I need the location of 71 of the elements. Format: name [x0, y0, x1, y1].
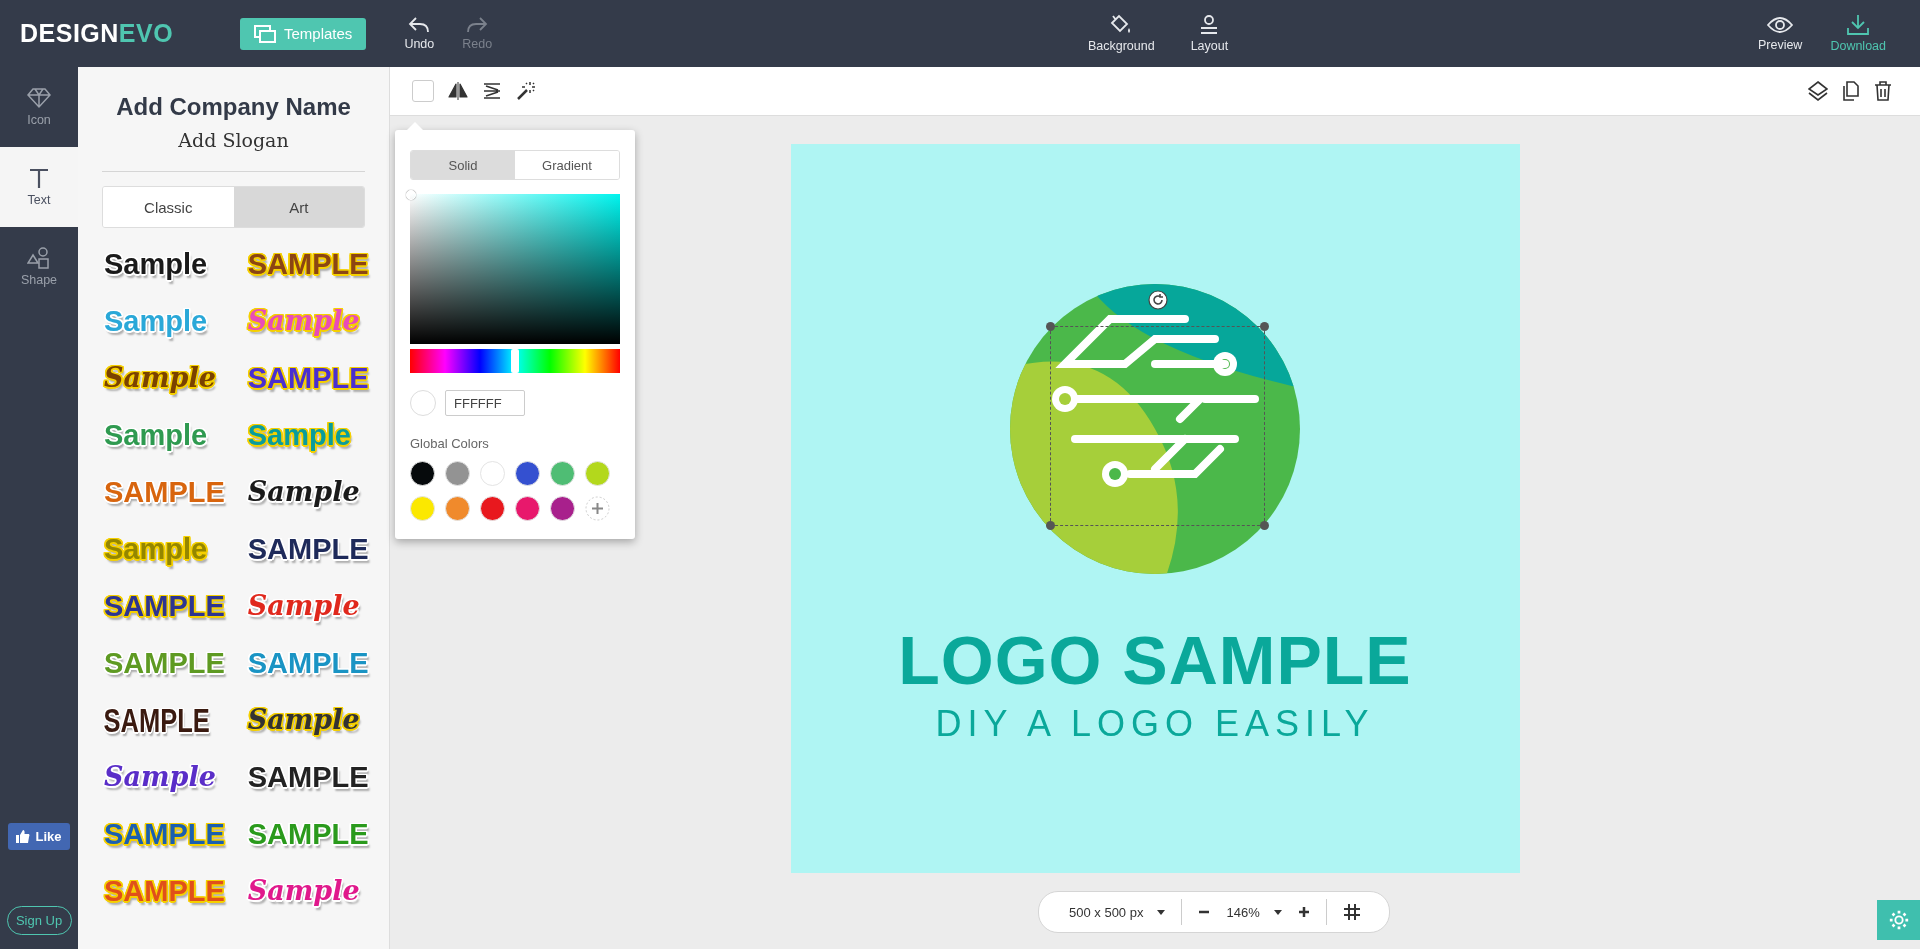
redo-icon — [466, 16, 489, 34]
text-icon — [28, 167, 50, 189]
templates-icon — [254, 24, 276, 43]
color-swatch[interactable] — [515, 496, 540, 521]
trash-icon[interactable] — [1874, 81, 1892, 101]
text-style-sample[interactable]: SAMPLE — [245, 810, 369, 858]
magic-wand-icon[interactable] — [516, 81, 536, 101]
eye-icon — [1767, 15, 1794, 35]
text-style-sample[interactable]: Sample — [245, 696, 369, 744]
color-swatch[interactable] — [445, 461, 470, 486]
copy-icon[interactable] — [1842, 81, 1860, 101]
thumbs-up-icon — [16, 830, 31, 843]
hue-slider[interactable] — [410, 349, 620, 373]
text-style-sample[interactable]: SAMPLE — [102, 582, 246, 630]
text-style-sample[interactable]: Sample — [102, 354, 246, 402]
layers-icon[interactable] — [1808, 81, 1828, 101]
color-swatch[interactable] — [410, 461, 435, 486]
flip-icon[interactable] — [448, 82, 468, 100]
text-style-sample[interactable]: Sample — [245, 582, 369, 630]
plus-icon — [1297, 906, 1310, 918]
style-tab[interactable]: Classic — [103, 187, 234, 227]
text-style-sample[interactable]: SAMPLE — [245, 525, 369, 573]
sidebar-tab[interactable]: Text — [0, 147, 78, 227]
zoom-dropdown[interactable]: 146% — [1226, 904, 1282, 920]
undo-button[interactable]: Undo — [390, 16, 449, 51]
text-style-sample[interactable]: SAMPLE — [102, 810, 246, 858]
hex-input[interactable]: FFFFFF — [445, 390, 525, 416]
text-style-sample[interactable]: Sample — [102, 240, 246, 288]
current-color-swatch — [410, 390, 436, 416]
layout-button[interactable]: Layout — [1176, 14, 1243, 53]
align-icon[interactable] — [482, 82, 502, 100]
text-style-sample[interactable]: Sample — [245, 468, 369, 516]
like-button[interactable]: Like — [8, 823, 70, 850]
color-swatch[interactable] — [480, 496, 505, 521]
color-swatch[interactable] — [585, 461, 610, 486]
add-color-icon[interactable] — [585, 496, 610, 521]
grid-icon[interactable] — [1342, 903, 1361, 921]
background-button[interactable]: Background — [1073, 14, 1169, 53]
brand-logo: DESIGNEVO — [20, 19, 175, 48]
text-style-sample[interactable]: SAMPLE — [245, 354, 369, 402]
saturation-picker[interactable] — [410, 194, 620, 344]
global-colors-label: Global Colors — [410, 436, 490, 451]
color-swatch[interactable] — [550, 461, 575, 486]
style-tab[interactable]: Art — [233, 187, 364, 227]
text-style-sample[interactable]: SAMPLE — [245, 240, 369, 288]
text-style-sample[interactable]: Sample — [102, 411, 246, 459]
color-swatch[interactable] — [410, 496, 435, 521]
fill-color-swatch[interactable] — [412, 80, 434, 102]
color-swatch[interactable] — [515, 461, 540, 486]
canvas-size-dropdown[interactable]: 500 x 500 px — [1069, 904, 1166, 920]
zoom-in-button[interactable] — [1297, 906, 1310, 918]
preview-button[interactable]: Preview — [1743, 15, 1817, 52]
color-swatch[interactable] — [550, 496, 575, 521]
settings-icon — [1887, 909, 1910, 931]
download-icon — [1846, 14, 1871, 36]
rotate-handle-icon[interactable] — [1147, 290, 1168, 310]
slogan-text[interactable]: Add Slogan — [102, 129, 365, 151]
text-style-sample[interactable]: SAMPLE — [102, 867, 246, 915]
color-swatch[interactable] — [445, 496, 470, 521]
company-name-text[interactable]: Add Company Name — [102, 93, 365, 121]
shapes-icon — [27, 247, 51, 269]
diamond-icon — [27, 87, 51, 109]
download-button[interactable]: Download — [1816, 14, 1900, 53]
text-style-sample[interactable]: Sample — [102, 525, 246, 573]
text-style-sample[interactable]: Sample — [245, 867, 369, 915]
text-style-sample[interactable]: SAMPLE — [102, 696, 210, 744]
text-style-sample[interactable]: SAMPLE — [102, 468, 246, 516]
undo-icon — [408, 16, 431, 34]
text-style-sample[interactable]: SAMPLE — [245, 753, 369, 801]
text-style-sample[interactable]: Sample — [102, 753, 246, 801]
fill-type-tab[interactable]: Solid — [411, 151, 515, 179]
